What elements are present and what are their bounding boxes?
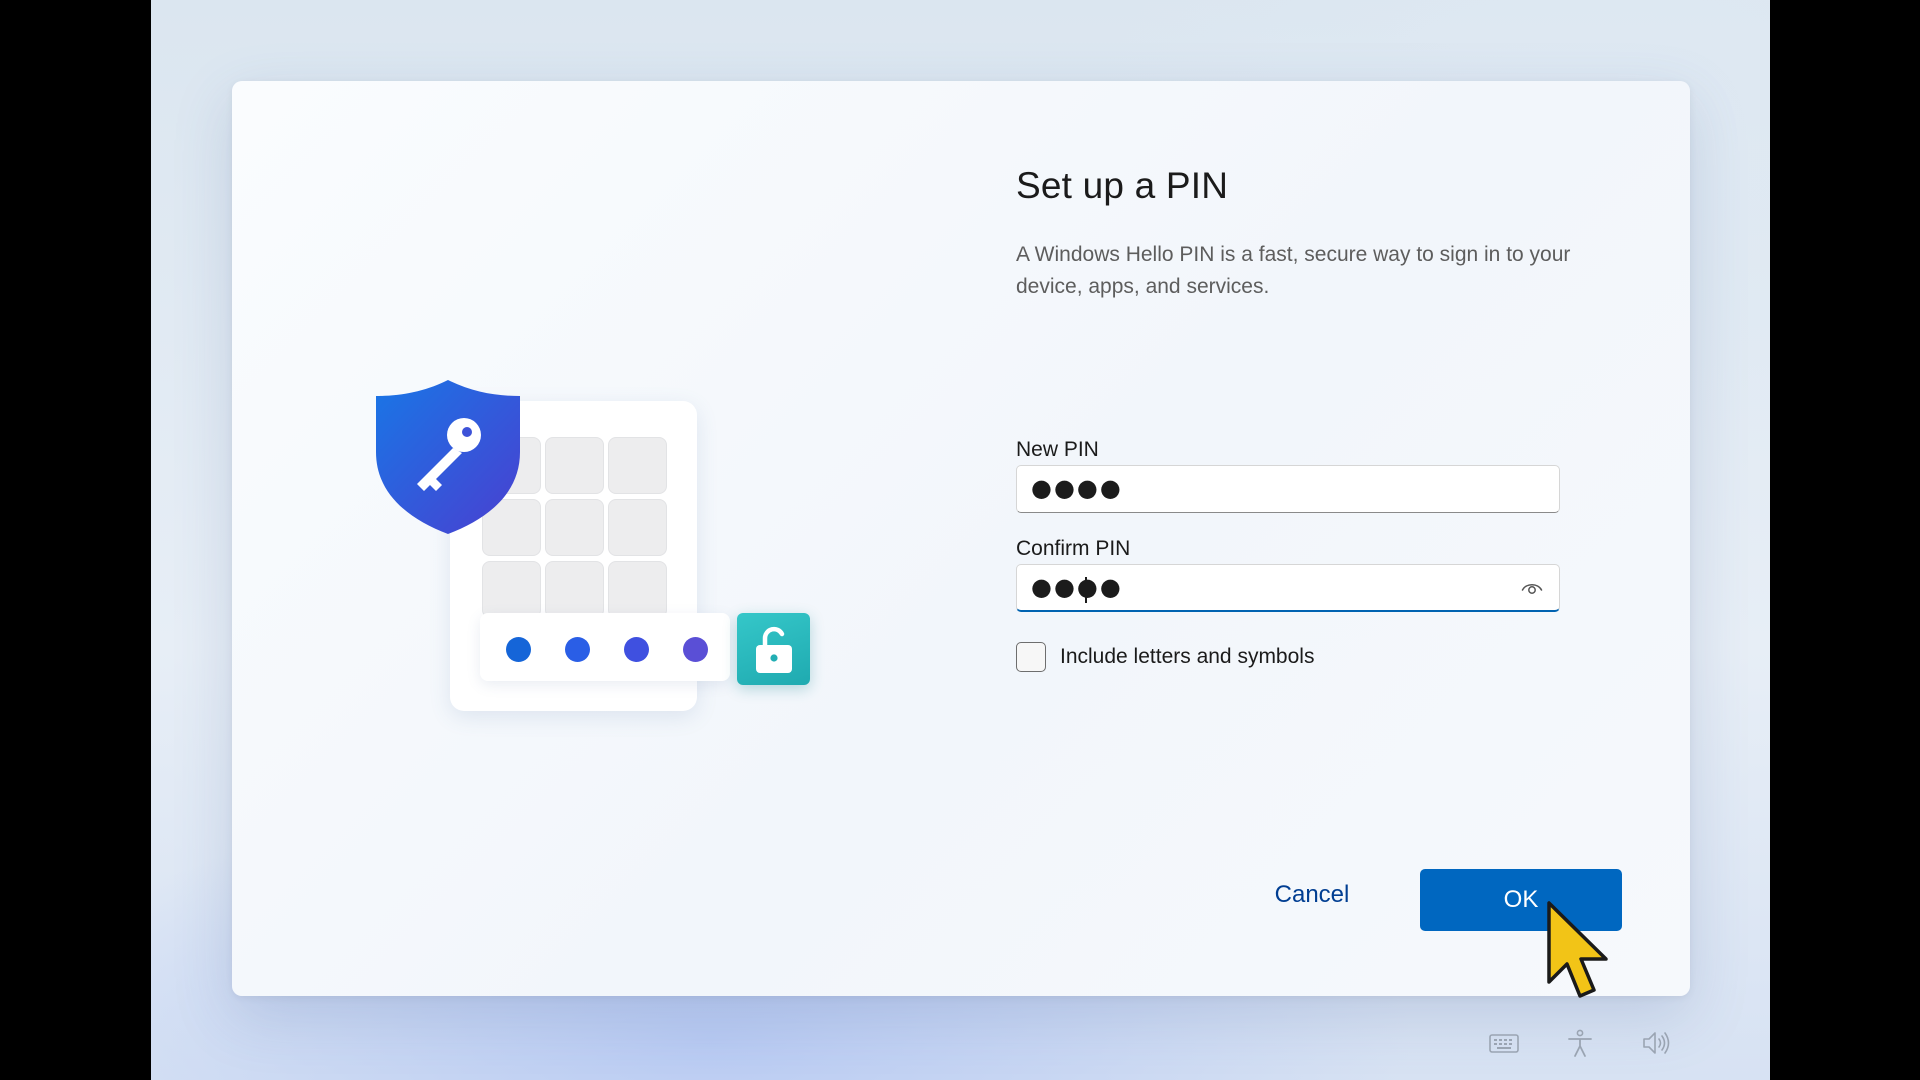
keypad-key [545, 561, 604, 618]
pin-dot [506, 637, 531, 662]
pin-dot [565, 637, 590, 662]
reveal-password-eye-icon[interactable] [1521, 580, 1543, 596]
keypad-key [482, 561, 541, 618]
confirm-pin-field[interactable]: ●●●● [1016, 564, 1560, 612]
pin-dots-strip [480, 613, 730, 681]
keyboard-icon[interactable] [1488, 1028, 1520, 1058]
pin-illustration [232, 81, 932, 996]
keypad-key [545, 499, 604, 556]
confirm-pin-label: Confirm PIN [1016, 537, 1131, 560]
volume-icon[interactable] [1640, 1028, 1672, 1058]
cancel-button[interactable]: Cancel [1252, 865, 1372, 925]
include-letters-label: Include letters and symbols [1060, 645, 1315, 668]
keypad-key [608, 499, 667, 556]
mouse-pointer-icon [1547, 901, 1608, 998]
new-pin-field[interactable]: ●●●● [1016, 465, 1560, 513]
setup-pin-dialog: Set up a PIN A Windows Hello PIN is a fa… [232, 81, 1690, 996]
new-pin-label: New PIN [1016, 438, 1099, 461]
pin-dot [683, 637, 708, 662]
accessibility-icon[interactable] [1564, 1028, 1596, 1058]
unlock-icon [737, 613, 810, 685]
page-description: A Windows Hello PIN is a fast, secure wa… [1016, 243, 1571, 298]
new-pin-value: ●●●● [1031, 474, 1123, 502]
pin-dot [624, 637, 649, 662]
keypad-key [608, 437, 667, 494]
confirm-pin-value: ●●●● [1031, 573, 1123, 601]
include-letters-checkbox[interactable] [1016, 642, 1046, 672]
page-title: Set up a PIN [1016, 165, 1229, 206]
shield-key-icon [372, 378, 524, 536]
text-caret [1085, 577, 1087, 603]
keypad-key [545, 437, 604, 494]
oobe-background: Set up a PIN A Windows Hello PIN is a fa… [151, 0, 1770, 1080]
keypad-key [608, 561, 667, 618]
